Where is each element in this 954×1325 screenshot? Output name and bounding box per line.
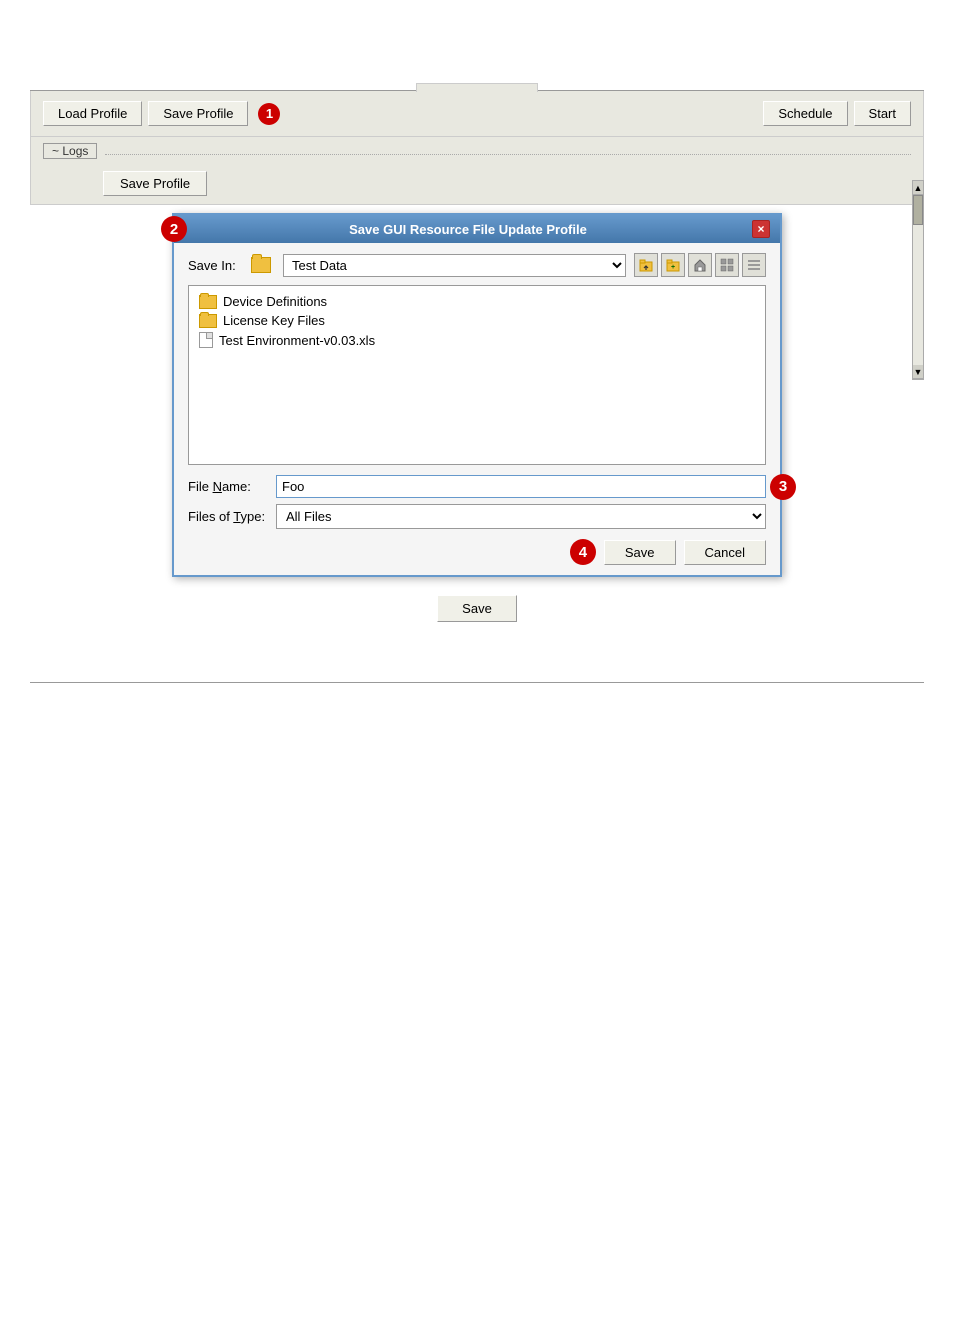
save-profile-small-button[interactable]: Save Profile <box>103 171 207 196</box>
badge-3: 3 <box>770 474 796 500</box>
svg-text:+: + <box>671 264 675 271</box>
load-profile-button[interactable]: Load Profile <box>43 101 142 126</box>
dialog-body: Save In: Test Data + <box>174 243 780 575</box>
file-list: Device Definitions License Key Files Tes… <box>188 285 766 465</box>
dialog-container: 2 Save GUI Resource File Update Profile … <box>30 213 924 577</box>
list-view-button[interactable] <box>715 253 739 277</box>
new-folder-button[interactable]: + <box>661 253 685 277</box>
save-in-row: Save In: Test Data + <box>188 253 766 277</box>
file-name-input-wrapper: 3 <box>276 475 766 498</box>
save-profile-dialog: 2 Save GUI Resource File Update Profile … <box>172 213 782 577</box>
badge-1: 1 <box>258 103 280 125</box>
toolbar-area: Load Profile Save Profile 1 Schedule Sta… <box>30 91 924 137</box>
dialog-cancel-button[interactable]: Cancel <box>684 540 766 565</box>
list-item[interactable]: Test Environment-v0.03.xls <box>195 330 759 350</box>
bottom-save-area: Save <box>30 595 924 622</box>
save-in-label: Save In: <box>188 258 243 273</box>
badge-4: 4 <box>570 539 596 565</box>
dialog-buttons-row: 4 Save Cancel <box>188 539 766 565</box>
list-item[interactable]: License Key Files <box>195 311 759 330</box>
file-name-row: File Name: 3 <box>188 475 766 498</box>
save-profile-button[interactable]: Save Profile <box>148 101 248 126</box>
file-icon-xls <box>199 332 213 348</box>
home-button[interactable] <box>688 253 712 277</box>
files-type-row: Files of Type: All Files <box>188 504 766 529</box>
schedule-button[interactable]: Schedule <box>763 101 847 126</box>
save-in-select[interactable]: Test Data <box>283 254 626 277</box>
files-type-select[interactable]: All Files <box>276 504 766 529</box>
dialog-titlebar: 2 Save GUI Resource File Update Profile … <box>174 215 780 243</box>
file-name-input[interactable] <box>276 475 766 498</box>
dotted-separator <box>105 154 911 155</box>
folder-icon <box>251 257 271 273</box>
bottom-divider <box>30 682 924 683</box>
folder-icon-device-def <box>199 295 217 309</box>
folder-icon-license <box>199 314 217 328</box>
dialog-toolbar-icons: + <box>634 253 766 277</box>
file-item-name: Test Environment-v0.03.xls <box>219 333 375 348</box>
dialog-close-button[interactable]: × <box>752 220 770 238</box>
bottom-save-button[interactable]: Save <box>437 595 517 622</box>
up-folder-button[interactable] <box>634 253 658 277</box>
logs-section: ~ Logs Save Profile <box>30 137 924 205</box>
logs-label: ~ Logs <box>43 143 97 159</box>
badge-2: 2 <box>161 216 187 242</box>
dialog-title: Save GUI Resource File Update Profile <box>184 222 752 237</box>
file-item-name: Device Definitions <box>223 294 327 309</box>
dialog-save-button[interactable]: Save <box>604 540 676 565</box>
files-type-label: Files of Type: <box>188 509 268 524</box>
scroll-up-arrow[interactable]: ▲ <box>913 181 923 195</box>
detail-view-button[interactable] <box>742 253 766 277</box>
list-item[interactable]: Device Definitions <box>195 292 759 311</box>
file-name-label: File Name: <box>188 479 268 494</box>
start-button[interactable]: Start <box>854 101 911 126</box>
file-item-name: License Key Files <box>223 313 325 328</box>
